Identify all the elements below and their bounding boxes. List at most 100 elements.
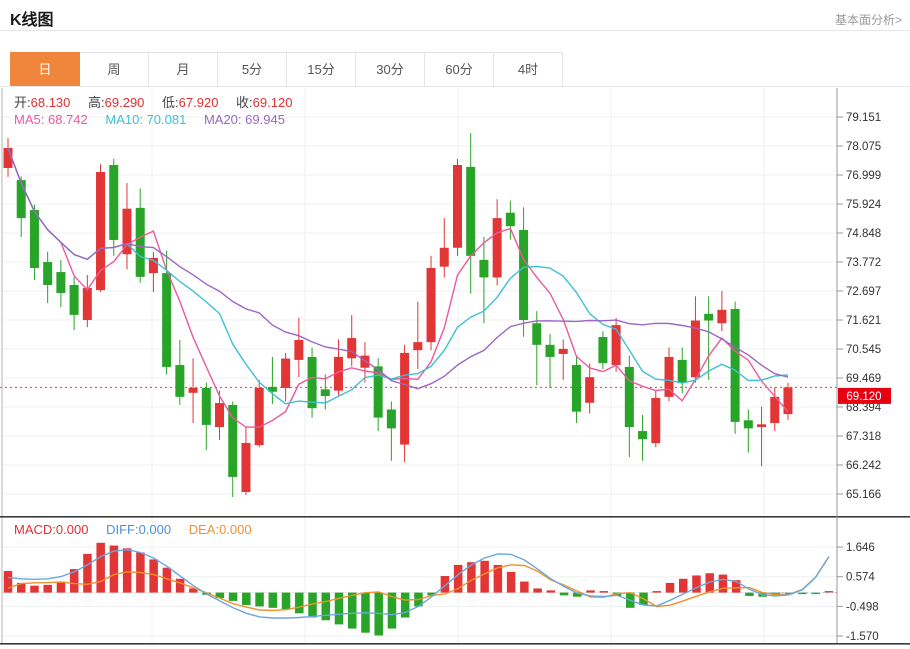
tab-30分[interactable]: 30分 [355, 52, 425, 87]
tabbar-divider [0, 86, 910, 87]
macd-bar [560, 593, 569, 596]
candle-body [83, 288, 92, 320]
macd-axis-labels: 1.6460.574-0.498-1.570 [837, 542, 879, 643]
candle-body [572, 365, 581, 412]
candle-body [506, 213, 515, 226]
macd-label: MACD: [14, 522, 56, 537]
svg-text:69.469: 69.469 [846, 373, 881, 385]
close-label: 收: [236, 95, 253, 110]
candle-body [757, 424, 766, 427]
macd-bar [123, 548, 132, 592]
fundamental-analysis-link[interactable]: 基本面分析> [835, 11, 902, 28]
high-value: 69.290 [105, 95, 145, 110]
svg-text:67.318: 67.318 [846, 431, 881, 443]
candle-body [294, 340, 303, 360]
macd-bar [242, 593, 251, 605]
tab-5分[interactable]: 5分 [217, 52, 287, 87]
candle-body [744, 420, 753, 428]
macd-bar [719, 575, 728, 593]
low-value: 67.920 [179, 95, 219, 110]
candle-body [387, 410, 396, 429]
macd-pane[interactable] [4, 543, 837, 636]
candle-body [731, 309, 740, 422]
tab-60分[interactable]: 60分 [424, 52, 494, 87]
macd-bar [96, 543, 105, 593]
svg-text:70.545: 70.545 [846, 344, 881, 356]
svg-text:78.075: 78.075 [846, 141, 881, 153]
candle-body [413, 342, 422, 350]
macd-bar [520, 582, 529, 593]
dea-label: DEA: [189, 522, 219, 537]
candle-body [17, 180, 26, 218]
candle-body [255, 388, 264, 445]
tab-周[interactable]: 周 [79, 52, 149, 87]
macd-bar [269, 593, 278, 608]
candle-body [625, 367, 634, 427]
tab-日[interactable]: 日 [10, 52, 80, 87]
high-label: 高: [88, 95, 105, 110]
ma10-value: 70.081 [147, 112, 187, 127]
candle-body [43, 262, 52, 285]
svg-text:69.120: 69.120 [846, 391, 881, 403]
candle-body [638, 431, 647, 439]
close-value: 69.120 [253, 95, 293, 110]
candle-body [493, 218, 502, 277]
macd-bar [176, 579, 185, 593]
svg-text:66.242: 66.242 [846, 460, 881, 472]
candle-body [56, 272, 65, 293]
macd-bar [348, 593, 357, 629]
ohlc-readout: 开:68.130 高:69.290 低:67.920 收:69.120 [14, 92, 306, 111]
candle-body [427, 268, 436, 342]
macd-value: 0.000 [56, 522, 89, 537]
tab-15分[interactable]: 15分 [286, 52, 356, 87]
candle-body [162, 273, 171, 367]
candles[interactable] [4, 133, 793, 497]
candle-body [453, 165, 462, 248]
candle-body [585, 377, 594, 403]
svg-text:-0.498: -0.498 [846, 601, 879, 613]
svg-text:0.574: 0.574 [846, 572, 875, 584]
macd-bar [679, 579, 688, 593]
candle-body [202, 388, 211, 425]
macd-bar [586, 590, 595, 592]
candle-body [136, 208, 145, 277]
tab-月[interactable]: 月 [148, 52, 218, 87]
macd-bar [30, 586, 39, 593]
candle-body [783, 387, 792, 414]
svg-text:72.697: 72.697 [846, 286, 881, 298]
candle-body [189, 388, 198, 393]
svg-text:73.772: 73.772 [846, 257, 881, 269]
candle-body [612, 325, 621, 365]
candle-body [598, 337, 607, 363]
macd-bar [57, 582, 66, 593]
macd-bar [547, 590, 556, 592]
ma20-value: 69.945 [245, 112, 285, 127]
header-divider [0, 30, 910, 31]
candle-body [440, 248, 449, 267]
candle-body [546, 345, 555, 357]
page-title: K线图 [10, 6, 54, 30]
open-label: 开: [14, 95, 31, 110]
diff-label: DIFF: [106, 522, 139, 537]
candle-body [678, 360, 687, 383]
macd-bar [653, 591, 662, 593]
current-price-badge: 69.120 [838, 388, 891, 404]
macd-bar [666, 583, 675, 593]
candle-body [559, 349, 568, 354]
candle-body [215, 403, 224, 427]
macd-bar [600, 591, 609, 593]
macd-bar [295, 593, 304, 614]
candle-body [665, 357, 674, 397]
candle-body [70, 285, 79, 315]
candle-body [109, 165, 118, 240]
ma10-label: MA10: [105, 112, 143, 127]
ma20-label: MA20: [204, 112, 242, 127]
tab-4时[interactable]: 4时 [493, 52, 563, 87]
candle-body [175, 365, 184, 397]
candle-body [717, 310, 726, 323]
price-axis-labels: 79.15178.07576.99975.92474.84873.77272.6… [837, 112, 882, 501]
svg-text:75.924: 75.924 [846, 199, 882, 211]
ma-readout: MA5: 68.742 MA10: 70.081 MA20: 69.945 [14, 112, 299, 127]
ma20-line [8, 148, 788, 389]
candle-body [30, 210, 39, 268]
